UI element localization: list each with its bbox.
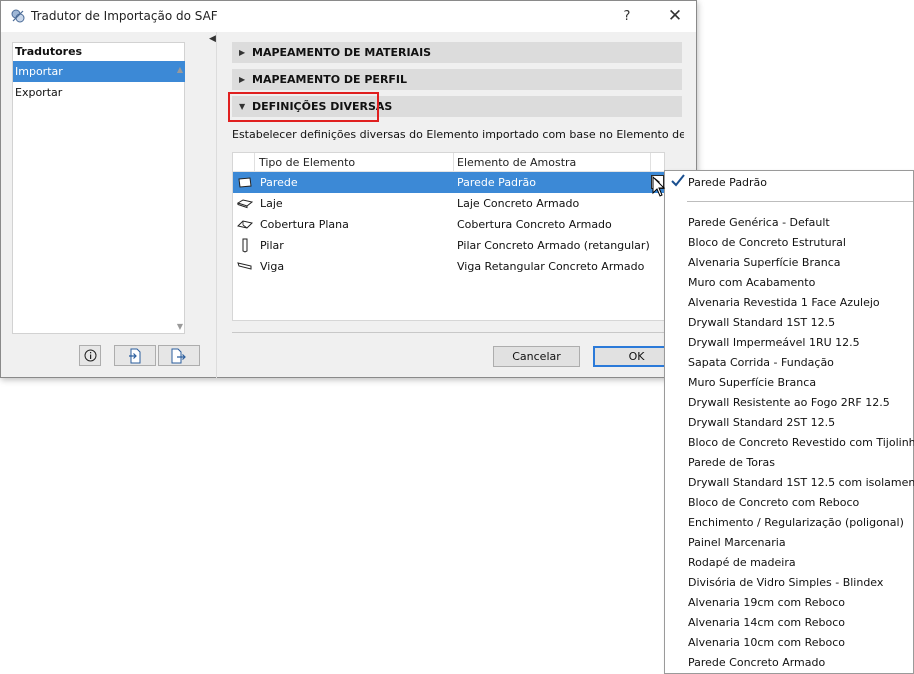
section-profile-mapping[interactable]: ▶ MAPEAMENTO DE PERFIL [232,69,682,90]
wall-icon [238,177,252,188]
mouse-cursor-icon [652,176,666,197]
popup-item[interactable]: Drywall Resistente ao Fogo 2RF 12.5 [688,396,890,409]
popup-item[interactable]: Muro Superfície Branca [688,376,816,389]
table-row[interactable]: Viga Viga Retangular Concreto Armado [233,256,664,277]
column-header-sample[interactable]: Elemento de Amostra [454,153,651,172]
column-icon [242,238,248,253]
beam-icon [237,262,252,270]
popup-item[interactable]: Divisória de Vidro Simples - Blindex [688,576,883,589]
table-row[interactable]: Pilar Pilar Concreto Armado (retangular) [233,235,664,256]
popup-item[interactable]: Parede Genérica - Default [688,216,830,229]
export-icon [171,348,186,363]
popup-item[interactable]: Muro com Acabamento [688,276,815,289]
icon-column-header [233,153,255,172]
popup-separator [687,201,913,202]
popup-item[interactable]: Parede de Toras [688,456,775,469]
table-row[interactable]: Cobertura Plana Cobertura Concreto Armad… [233,214,664,235]
popup-item[interactable]: Drywall Standard 2ST 12.5 [688,416,835,429]
popup-selected-item[interactable]: Parede Padrão [688,176,767,189]
popup-item[interactable]: Alvenaria Superfície Branca [688,256,840,269]
translators-list: Tradutores Importar Exportar ▲ ▼ [12,42,185,334]
section-material-mapping[interactable]: ▶ MAPEAMENTO DE MATERIAIS [232,42,682,63]
popup-item[interactable]: Alvenaria Revestida 1 Face Azulejo [688,296,880,309]
import-icon [129,348,141,363]
popup-item[interactable]: Enchimento / Regularização (poligonal) [688,516,904,529]
slab-icon [237,199,253,209]
popup-item[interactable]: Alvenaria 14cm com Reboco [688,616,845,629]
highlight-box [228,92,379,122]
popup-item[interactable]: Drywall Standard 1ST 12.5 [688,316,835,329]
popup-item[interactable]: Bloco de Concreto Revestido com Tijolinh… [688,436,914,449]
popup-item[interactable]: Parede Concreto Armado [688,656,825,669]
close-button[interactable]: ✕ [659,4,691,29]
column-header-type[interactable]: Tipo de Elemento [255,153,454,172]
popup-item[interactable]: Drywall Standard 1ST 12.5 com isolamento [688,476,914,489]
panel-divider[interactable] [216,32,217,378]
section-description: Estabelecer definições diversas do Eleme… [232,128,684,141]
title-bar: Tradutor de Importação do SAF ? ✕ [1,1,696,32]
cancel-button[interactable]: Cancelar [493,346,580,367]
translator-item-import[interactable]: Importar [13,61,185,82]
collapse-arrow-icon[interactable]: ◀ [209,34,216,44]
export-translator-button[interactable] [158,345,200,366]
popup-item[interactable]: Alvenaria 19cm com Reboco [688,596,845,609]
popup-item[interactable]: Alvenaria 10cm com Reboco [688,636,845,649]
sample-element-popup: Parede Padrão Parede Genérica - Default … [664,170,914,674]
translators-header: Tradutores [15,45,83,58]
scroll-down-icon[interactable]: ▼ [177,322,183,331]
expand-arrow-icon: ▶ [239,48,246,57]
popup-item[interactable]: Bloco de Concreto Estrutural [688,236,846,249]
popup-item[interactable]: Rodapé de madeira [688,556,796,569]
translator-item-export[interactable]: Exportar [13,82,185,103]
footer-divider [232,332,665,333]
window-title: Tradutor de Importação do SAF [31,9,218,23]
scroll-up-icon[interactable]: ▲ [177,65,183,74]
popup-item[interactable]: Bloco de Concreto com Reboco [688,496,859,509]
app-icon [11,9,25,23]
popup-item[interactable]: Sapata Corrida - Fundação [688,356,834,369]
popup-item[interactable]: Drywall Impermeável 1RU 12.5 [688,336,860,349]
help-button[interactable]: ? [613,4,641,29]
table-row[interactable]: Laje Laje Concreto Armado [233,193,664,214]
element-mapping-table: Tipo de Elemento Elemento de Amostra Par… [232,152,665,321]
popup-item[interactable]: Painel Marcenaria [688,536,786,549]
flat-roof-icon [237,220,253,229]
expand-arrow-icon: ▶ [239,75,246,84]
translator-dialog: Tradutor de Importação do SAF ? ✕ Tradut… [0,0,697,378]
table-row[interactable]: Parede Parede Padrão [233,172,664,193]
info-icon [84,349,96,362]
import-translator-button[interactable] [114,345,156,366]
info-button[interactable] [79,345,101,366]
checkmark-icon [671,174,685,187]
